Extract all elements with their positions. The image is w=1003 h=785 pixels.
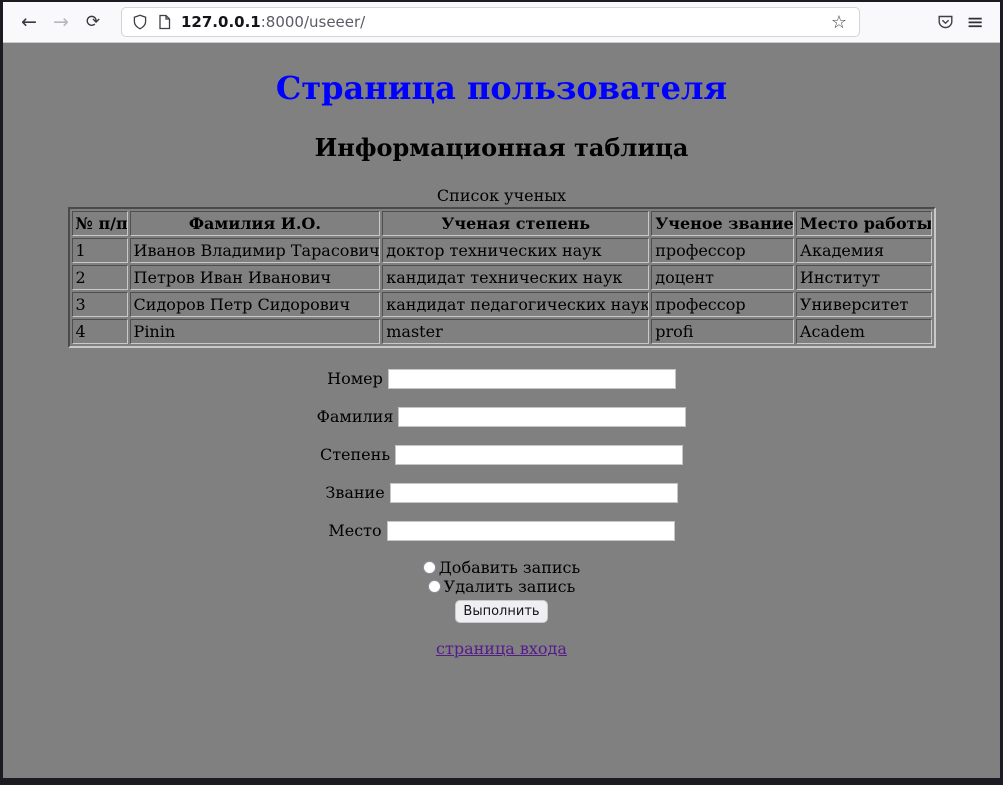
radio-row-add: Добавить запись bbox=[3, 558, 1000, 577]
header-cell-surname: Фамилия И.О. bbox=[130, 211, 381, 236]
table-row: 3 Сидоров Петр Сидорович кандидат педаго… bbox=[72, 292, 932, 317]
table-cell: кандидат технических наук bbox=[382, 265, 649, 290]
bookmark-star-icon[interactable]: ☆ bbox=[831, 12, 847, 33]
table-cell: 2 bbox=[72, 265, 128, 290]
forward-button[interactable]: → bbox=[45, 7, 77, 37]
form-row-surname: Фамилия bbox=[3, 406, 1000, 426]
header-cell-degree: Ученая степень bbox=[382, 211, 649, 236]
table-cell: профессор bbox=[651, 238, 794, 263]
page-icon bbox=[157, 14, 172, 30]
shield-icon[interactable] bbox=[132, 14, 148, 30]
footer-link-row: страница входа bbox=[3, 639, 1000, 658]
place-input[interactable] bbox=[387, 521, 675, 541]
table-cell: Университет bbox=[796, 292, 932, 317]
radio-row-delete: Удалить запись bbox=[3, 577, 1000, 596]
table-cell: профессор bbox=[651, 292, 794, 317]
table-cell: 4 bbox=[72, 319, 128, 344]
add-record-label: Добавить запись bbox=[439, 558, 580, 577]
header-cell-workplace: Место работы bbox=[796, 211, 932, 236]
back-button[interactable]: ← bbox=[13, 7, 45, 37]
number-label: Номер bbox=[327, 369, 383, 388]
place-label: Место bbox=[328, 521, 381, 540]
table-caption: Список ученых bbox=[68, 186, 936, 205]
url-host: 127.0.0.1 bbox=[181, 13, 261, 31]
page-viewport: Страница пользователя Информационная таб… bbox=[3, 43, 1000, 778]
rank-input[interactable] bbox=[390, 483, 678, 503]
scientists-table: Список ученых № п/п Фамилия И.О. Ученая … bbox=[68, 186, 936, 348]
browser-window: ← → ⟳ 127.0.0.1:8000/useeer/ ☆ bbox=[3, 2, 1000, 778]
degree-input[interactable] bbox=[395, 445, 683, 465]
header-cell-number: № п/п bbox=[72, 211, 128, 236]
table-row: 4 Pinin master profi Academ bbox=[72, 319, 932, 344]
header-cell-rank: Ученое звание bbox=[651, 211, 794, 236]
table-cell: 1 bbox=[72, 238, 128, 263]
url-bar[interactable]: 127.0.0.1:8000/useeer/ ☆ bbox=[121, 7, 860, 37]
page-subtitle: Информационная таблица bbox=[3, 133, 1000, 162]
number-input[interactable] bbox=[388, 369, 676, 389]
surname-input[interactable] bbox=[398, 407, 686, 427]
surname-label: Фамилия bbox=[317, 407, 394, 426]
table-cell: Институт bbox=[796, 265, 932, 290]
table-cell: доцент bbox=[651, 265, 794, 290]
browser-toolbar: ← → ⟳ 127.0.0.1:8000/useeer/ ☆ bbox=[3, 2, 1000, 43]
table-cell: Academ bbox=[796, 319, 932, 344]
execute-button[interactable]: Выполнить bbox=[455, 600, 547, 623]
menu-hamburger-icon[interactable]: ≡ bbox=[960, 7, 990, 37]
rank-label: Звание bbox=[325, 483, 384, 502]
delete-record-label: Удалить запись bbox=[444, 577, 576, 596]
login-page-link[interactable]: страница входа bbox=[436, 639, 567, 658]
table-cell: 3 bbox=[72, 292, 128, 317]
url-path: :8000/useeer/ bbox=[261, 13, 366, 31]
reload-icon: ⟳ bbox=[86, 12, 100, 32]
form-row-degree: Степень bbox=[3, 444, 1000, 464]
pocket-icon[interactable] bbox=[930, 7, 960, 37]
button-row: Выполнить bbox=[3, 600, 1000, 623]
record-form: Номер Фамилия Степень Звание Место Добав… bbox=[3, 368, 1000, 623]
table-cell: Сидоров Петр Сидорович bbox=[130, 292, 381, 317]
back-icon: ← bbox=[21, 11, 37, 33]
table-row: 2 Петров Иван Иванович кандидат техничес… bbox=[72, 265, 932, 290]
table-cell: Иванов Владимир Тарасович bbox=[130, 238, 381, 263]
add-record-radio[interactable] bbox=[423, 561, 436, 574]
form-row-number: Номер bbox=[3, 368, 1000, 388]
url-text[interactable]: 127.0.0.1:8000/useeer/ bbox=[181, 13, 365, 31]
degree-label: Степень bbox=[320, 445, 390, 464]
table-cell: Pinin bbox=[130, 319, 381, 344]
delete-record-radio[interactable] bbox=[428, 580, 441, 593]
table-row: 1 Иванов Владимир Тарасович доктор техни… bbox=[72, 238, 932, 263]
table-cell: master bbox=[382, 319, 649, 344]
reload-button[interactable]: ⟳ bbox=[77, 7, 109, 37]
form-row-rank: Звание bbox=[3, 482, 1000, 502]
form-row-place: Место bbox=[3, 520, 1000, 540]
table-cell: Академия bbox=[796, 238, 932, 263]
table-cell: Петров Иван Иванович bbox=[130, 265, 381, 290]
table-cell: profi bbox=[651, 319, 794, 344]
page-title: Страница пользователя bbox=[3, 69, 1000, 107]
forward-icon: → bbox=[53, 11, 69, 33]
table-cell: доктор технических наук bbox=[382, 238, 649, 263]
table-header-row: № п/п Фамилия И.О. Ученая степень Ученое… bbox=[72, 211, 932, 236]
table-cell: кандидат педагогических наук bbox=[382, 292, 649, 317]
